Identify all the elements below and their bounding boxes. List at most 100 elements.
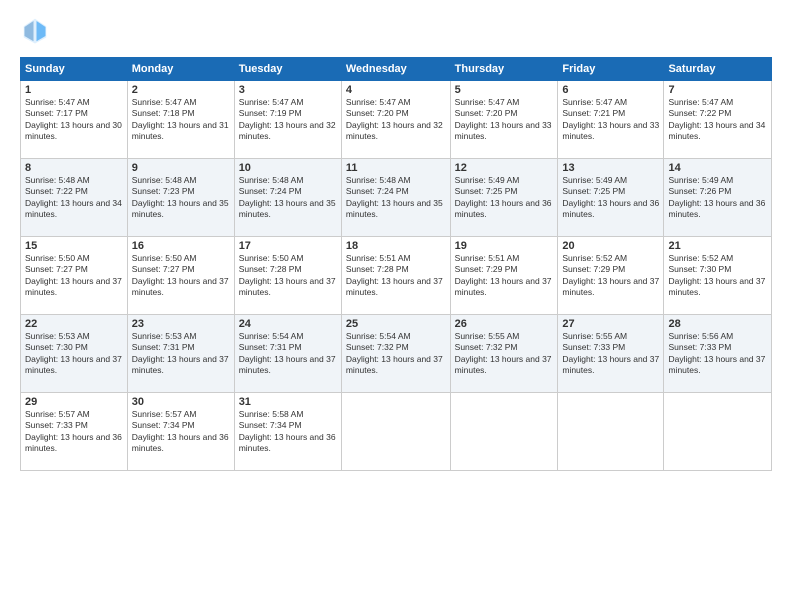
page-container: SundayMondayTuesdayWednesdayThursdayFrid… <box>0 0 792 481</box>
day-info: Sunrise: 5:56 AMSunset: 7:33 PMDaylight:… <box>668 331 765 375</box>
calendar-cell: 6Sunrise: 5:47 AMSunset: 7:21 PMDaylight… <box>558 81 664 159</box>
day-number: 15 <box>25 240 123 252</box>
calendar-header-sunday: Sunday <box>21 58 128 81</box>
day-number: 5 <box>455 84 554 96</box>
day-number: 21 <box>668 240 767 252</box>
day-number: 2 <box>132 84 230 96</box>
day-info: Sunrise: 5:50 AMSunset: 7:27 PMDaylight:… <box>132 253 229 297</box>
day-number: 20 <box>562 240 659 252</box>
calendar-cell: 12Sunrise: 5:49 AMSunset: 7:25 PMDayligh… <box>450 159 558 237</box>
day-number: 25 <box>346 318 446 330</box>
calendar-cell <box>450 393 558 471</box>
day-number: 18 <box>346 240 446 252</box>
calendar-cell: 8Sunrise: 5:48 AMSunset: 7:22 PMDaylight… <box>21 159 128 237</box>
calendar-week-3: 15Sunrise: 5:50 AMSunset: 7:27 PMDayligh… <box>21 237 772 315</box>
calendar-cell: 28Sunrise: 5:56 AMSunset: 7:33 PMDayligh… <box>664 315 772 393</box>
day-info: Sunrise: 5:48 AMSunset: 7:24 PMDaylight:… <box>239 175 336 219</box>
day-number: 13 <box>562 162 659 174</box>
calendar-cell: 29Sunrise: 5:57 AMSunset: 7:33 PMDayligh… <box>21 393 128 471</box>
day-number: 26 <box>455 318 554 330</box>
calendar-cell: 14Sunrise: 5:49 AMSunset: 7:26 PMDayligh… <box>664 159 772 237</box>
calendar-cell: 1Sunrise: 5:47 AMSunset: 7:17 PMDaylight… <box>21 81 128 159</box>
calendar-cell: 19Sunrise: 5:51 AMSunset: 7:29 PMDayligh… <box>450 237 558 315</box>
day-number: 30 <box>132 396 230 408</box>
day-number: 31 <box>239 396 337 408</box>
calendar-cell: 4Sunrise: 5:47 AMSunset: 7:20 PMDaylight… <box>341 81 450 159</box>
day-info: Sunrise: 5:48 AMSunset: 7:22 PMDaylight:… <box>25 175 122 219</box>
day-info: Sunrise: 5:57 AMSunset: 7:33 PMDaylight:… <box>25 409 122 453</box>
day-info: Sunrise: 5:47 AMSunset: 7:17 PMDaylight:… <box>25 97 122 141</box>
day-info: Sunrise: 5:51 AMSunset: 7:28 PMDaylight:… <box>346 253 443 297</box>
day-info: Sunrise: 5:50 AMSunset: 7:28 PMDaylight:… <box>239 253 336 297</box>
day-number: 6 <box>562 84 659 96</box>
calendar-cell: 21Sunrise: 5:52 AMSunset: 7:30 PMDayligh… <box>664 237 772 315</box>
calendar-cell: 20Sunrise: 5:52 AMSunset: 7:29 PMDayligh… <box>558 237 664 315</box>
calendar-header-wednesday: Wednesday <box>341 58 450 81</box>
logo-icon <box>20 15 50 45</box>
day-number: 3 <box>239 84 337 96</box>
calendar-header-saturday: Saturday <box>664 58 772 81</box>
calendar-cell <box>558 393 664 471</box>
calendar-cell: 16Sunrise: 5:50 AMSunset: 7:27 PMDayligh… <box>127 237 234 315</box>
calendar-week-1: 1Sunrise: 5:47 AMSunset: 7:17 PMDaylight… <box>21 81 772 159</box>
day-number: 11 <box>346 162 446 174</box>
calendar-cell: 9Sunrise: 5:48 AMSunset: 7:23 PMDaylight… <box>127 159 234 237</box>
day-info: Sunrise: 5:54 AMSunset: 7:31 PMDaylight:… <box>239 331 336 375</box>
day-number: 12 <box>455 162 554 174</box>
calendar-cell: 30Sunrise: 5:57 AMSunset: 7:34 PMDayligh… <box>127 393 234 471</box>
day-number: 1 <box>25 84 123 96</box>
day-info: Sunrise: 5:49 AMSunset: 7:25 PMDaylight:… <box>455 175 552 219</box>
logo <box>20 15 54 45</box>
calendar-week-5: 29Sunrise: 5:57 AMSunset: 7:33 PMDayligh… <box>21 393 772 471</box>
calendar-cell: 15Sunrise: 5:50 AMSunset: 7:27 PMDayligh… <box>21 237 128 315</box>
day-info: Sunrise: 5:53 AMSunset: 7:30 PMDaylight:… <box>25 331 122 375</box>
calendar-cell: 25Sunrise: 5:54 AMSunset: 7:32 PMDayligh… <box>341 315 450 393</box>
calendar-week-2: 8Sunrise: 5:48 AMSunset: 7:22 PMDaylight… <box>21 159 772 237</box>
calendar-cell: 24Sunrise: 5:54 AMSunset: 7:31 PMDayligh… <box>234 315 341 393</box>
day-number: 8 <box>25 162 123 174</box>
day-info: Sunrise: 5:55 AMSunset: 7:32 PMDaylight:… <box>455 331 552 375</box>
day-number: 29 <box>25 396 123 408</box>
day-info: Sunrise: 5:58 AMSunset: 7:34 PMDaylight:… <box>239 409 336 453</box>
day-number: 19 <box>455 240 554 252</box>
calendar-cell: 17Sunrise: 5:50 AMSunset: 7:28 PMDayligh… <box>234 237 341 315</box>
calendar-cell: 27Sunrise: 5:55 AMSunset: 7:33 PMDayligh… <box>558 315 664 393</box>
calendar-cell: 22Sunrise: 5:53 AMSunset: 7:30 PMDayligh… <box>21 315 128 393</box>
day-number: 14 <box>668 162 767 174</box>
calendar-week-4: 22Sunrise: 5:53 AMSunset: 7:30 PMDayligh… <box>21 315 772 393</box>
calendar-cell <box>341 393 450 471</box>
day-info: Sunrise: 5:52 AMSunset: 7:29 PMDaylight:… <box>562 253 659 297</box>
calendar-cell: 7Sunrise: 5:47 AMSunset: 7:22 PMDaylight… <box>664 81 772 159</box>
calendar-cell: 2Sunrise: 5:47 AMSunset: 7:18 PMDaylight… <box>127 81 234 159</box>
header <box>20 15 772 45</box>
calendar-cell: 26Sunrise: 5:55 AMSunset: 7:32 PMDayligh… <box>450 315 558 393</box>
calendar-cell: 3Sunrise: 5:47 AMSunset: 7:19 PMDaylight… <box>234 81 341 159</box>
day-number: 7 <box>668 84 767 96</box>
day-info: Sunrise: 5:51 AMSunset: 7:29 PMDaylight:… <box>455 253 552 297</box>
day-number: 27 <box>562 318 659 330</box>
day-info: Sunrise: 5:49 AMSunset: 7:26 PMDaylight:… <box>668 175 765 219</box>
day-number: 10 <box>239 162 337 174</box>
day-info: Sunrise: 5:50 AMSunset: 7:27 PMDaylight:… <box>25 253 122 297</box>
calendar-cell: 18Sunrise: 5:51 AMSunset: 7:28 PMDayligh… <box>341 237 450 315</box>
day-info: Sunrise: 5:53 AMSunset: 7:31 PMDaylight:… <box>132 331 229 375</box>
day-number: 9 <box>132 162 230 174</box>
day-number: 17 <box>239 240 337 252</box>
calendar-table: SundayMondayTuesdayWednesdayThursdayFrid… <box>20 57 772 471</box>
day-number: 4 <box>346 84 446 96</box>
day-info: Sunrise: 5:55 AMSunset: 7:33 PMDaylight:… <box>562 331 659 375</box>
calendar-header-row: SundayMondayTuesdayWednesdayThursdayFrid… <box>21 58 772 81</box>
day-number: 28 <box>668 318 767 330</box>
day-info: Sunrise: 5:49 AMSunset: 7:25 PMDaylight:… <box>562 175 659 219</box>
day-number: 16 <box>132 240 230 252</box>
day-number: 22 <box>25 318 123 330</box>
calendar-header-friday: Friday <box>558 58 664 81</box>
day-info: Sunrise: 5:47 AMSunset: 7:22 PMDaylight:… <box>668 97 765 141</box>
calendar-cell <box>664 393 772 471</box>
calendar-cell: 11Sunrise: 5:48 AMSunset: 7:24 PMDayligh… <box>341 159 450 237</box>
calendar-cell: 5Sunrise: 5:47 AMSunset: 7:20 PMDaylight… <box>450 81 558 159</box>
calendar-cell: 10Sunrise: 5:48 AMSunset: 7:24 PMDayligh… <box>234 159 341 237</box>
day-info: Sunrise: 5:47 AMSunset: 7:20 PMDaylight:… <box>455 97 552 141</box>
calendar-header-monday: Monday <box>127 58 234 81</box>
day-info: Sunrise: 5:47 AMSunset: 7:20 PMDaylight:… <box>346 97 443 141</box>
